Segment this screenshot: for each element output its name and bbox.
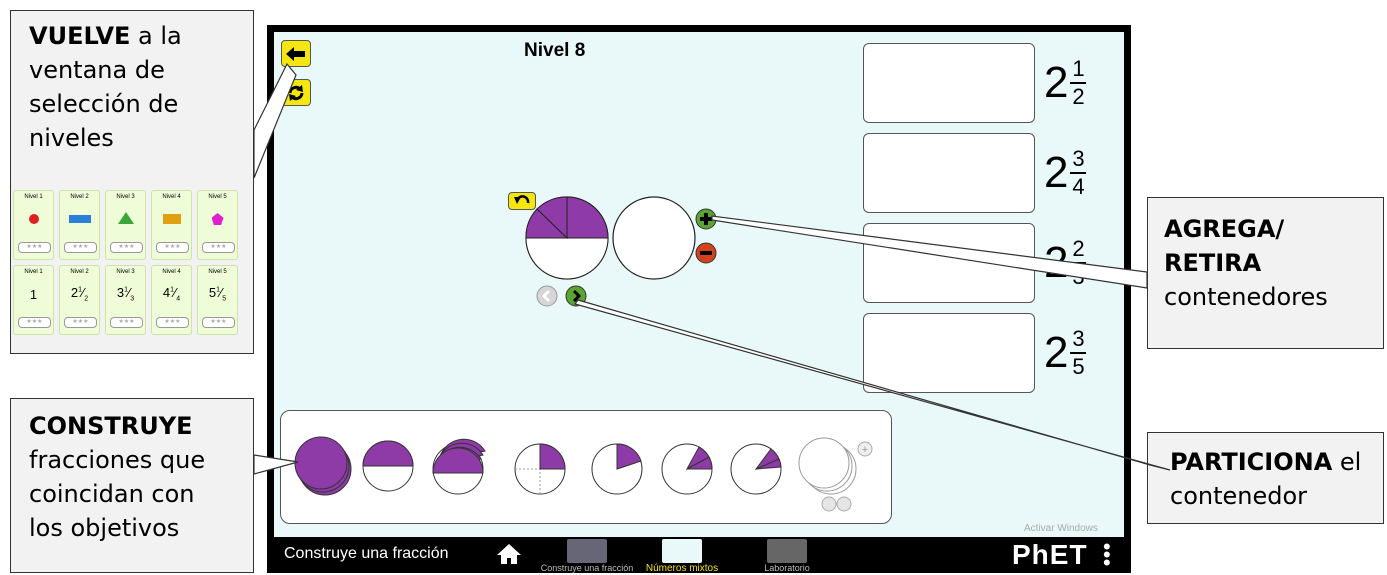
callout-pointers — [253, 62, 1171, 475]
